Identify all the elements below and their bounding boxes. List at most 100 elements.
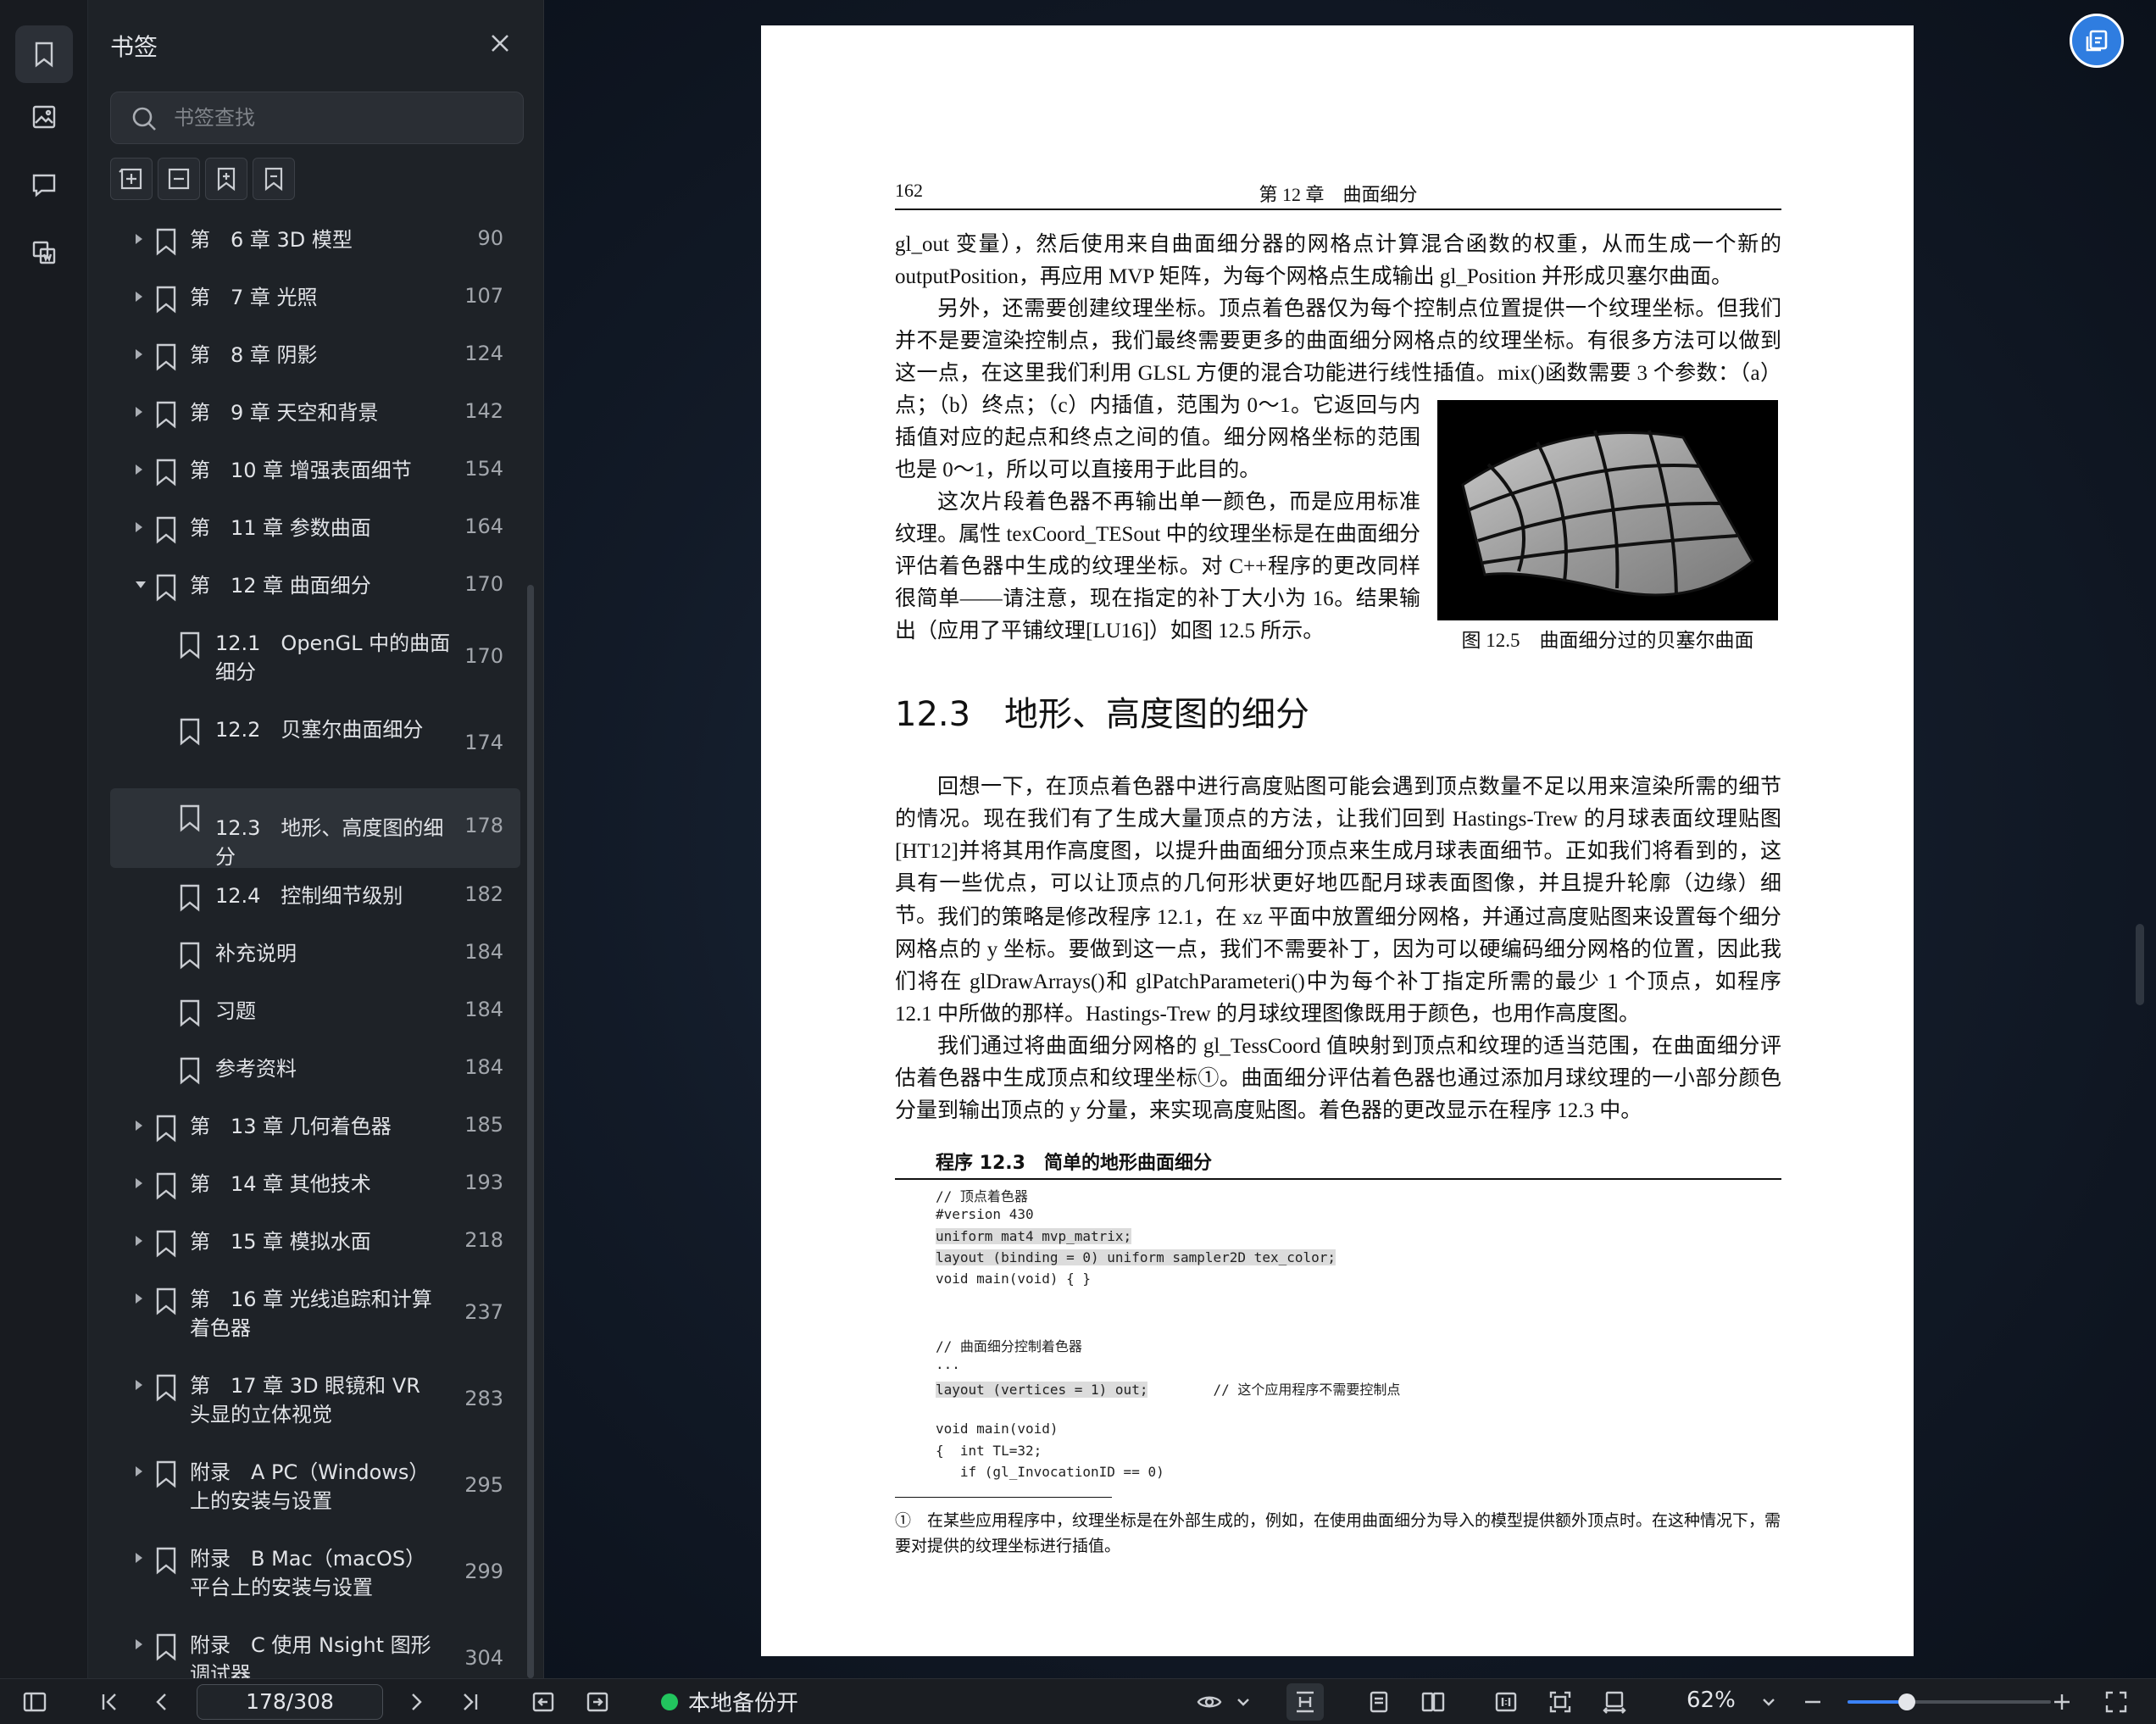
page-number-input[interactable]: 178/308 bbox=[197, 1684, 383, 1720]
last-page-icon bbox=[464, 1693, 478, 1710]
floating-tool-button[interactable] bbox=[2070, 14, 2124, 68]
bookmark-chapter-item[interactable]: 附录 A PC（Windows）上的安装与设置 295 bbox=[110, 1444, 520, 1531]
bookmark-page-number: 170 bbox=[464, 644, 503, 668]
forward-button[interactable] bbox=[583, 1688, 612, 1716]
collapsed-toggle-icon[interactable] bbox=[136, 1380, 142, 1390]
fit-width-button[interactable] bbox=[1600, 1688, 1629, 1716]
fit-page-button[interactable] bbox=[1546, 1688, 1575, 1716]
collapsed-toggle-icon[interactable] bbox=[136, 1236, 142, 1246]
back-icon bbox=[532, 1692, 554, 1712]
forward-icon bbox=[586, 1692, 608, 1712]
zoom-out-button[interactable] bbox=[1798, 1688, 1827, 1716]
actual-size-button[interactable] bbox=[1492, 1688, 1520, 1716]
fullscreen-button[interactable] bbox=[2102, 1688, 2131, 1716]
first-page-button[interactable] bbox=[95, 1688, 124, 1716]
bookmark-page-number: 304 bbox=[464, 1646, 503, 1670]
document-scrollbar[interactable] bbox=[2136, 924, 2144, 1005]
bookmark-section-item[interactable]: 补充说明 184 bbox=[110, 926, 520, 983]
zoom-level[interactable]: 62% bbox=[1686, 1688, 1736, 1713]
expand-all-button[interactable] bbox=[110, 158, 153, 200]
collapsed-toggle-icon[interactable] bbox=[136, 349, 142, 359]
panel-title: 书签 bbox=[110, 33, 158, 61]
bookmark-chapter-item[interactable]: 第 10 章 增强表面细节 154 bbox=[110, 442, 520, 500]
fit-width-icon bbox=[1603, 1691, 1626, 1714]
bookmark-chapter-item[interactable]: 第 8 章 阴影 124 bbox=[110, 327, 520, 385]
collapsed-toggle-icon[interactable] bbox=[136, 292, 142, 302]
code-comment: // 这个应用程序不需要控制点 bbox=[1147, 1381, 1401, 1398]
toggle-sidebar-button[interactable] bbox=[20, 1688, 49, 1716]
double-page-button[interactable] bbox=[1419, 1688, 1448, 1716]
back-button[interactable] bbox=[529, 1688, 558, 1716]
bookmark-chapter-item[interactable]: 第 9 章 天空和背景 142 bbox=[110, 385, 520, 442]
bookmark-section-item[interactable]: 12.1 OpenGL 中的曲面细分 170 bbox=[110, 615, 520, 702]
previous-page-button[interactable] bbox=[147, 1688, 176, 1716]
bookmark-section-item[interactable]: 习题 184 bbox=[110, 983, 520, 1041]
bookmark-section-item[interactable]: 12.4 控制细节级别 182 bbox=[110, 868, 520, 926]
outline-extract-button[interactable] bbox=[15, 224, 73, 281]
collapsed-toggle-icon[interactable] bbox=[136, 1121, 142, 1131]
bookmark-chapter-item[interactable]: 附录 B Mac（macOS）平台上的安装与设置 299 bbox=[110, 1531, 520, 1617]
bookmark-chapter-item[interactable]: 第 7 章 光照 107 bbox=[110, 270, 520, 327]
add-bookmark-button[interactable] bbox=[205, 158, 247, 200]
collapsed-toggle-icon[interactable] bbox=[136, 1639, 142, 1649]
eye-mode-dropdown[interactable] bbox=[1229, 1688, 1258, 1716]
close-panel-button[interactable] bbox=[486, 29, 514, 58]
thumbnail-panel-button[interactable] bbox=[15, 88, 73, 146]
bookmark-chapter-item[interactable]: 第 16 章 光线追踪和计算着色器 237 bbox=[110, 1271, 520, 1358]
collapsed-toggle-icon[interactable] bbox=[136, 234, 142, 244]
zoom-dropdown[interactable] bbox=[1754, 1688, 1783, 1716]
code-text: // 顶点着色器 bbox=[936, 1188, 1028, 1204]
collapse-all-button[interactable] bbox=[158, 158, 200, 200]
continuous-scroll-button[interactable] bbox=[1286, 1683, 1324, 1721]
collapsed-toggle-icon[interactable] bbox=[136, 464, 142, 475]
next-page-button[interactable] bbox=[402, 1688, 431, 1716]
bookmark-chapter-item[interactable]: 第 11 章 参数曲面 164 bbox=[110, 500, 520, 558]
collapsed-toggle-icon[interactable] bbox=[136, 407, 142, 417]
bookmark-scrollbar[interactable] bbox=[527, 585, 534, 1678]
bookmark-section-item[interactable]: 12.3 地形、高度图的细分 178 bbox=[110, 788, 520, 869]
bookmark-chapter-item[interactable]: 第 17 章 3D 眼镜和 VR 头显的立体视觉 283 bbox=[110, 1358, 520, 1444]
bookmark-panel-button[interactable] bbox=[15, 25, 73, 83]
bookmark-chapter-item[interactable]: 第 14 章 其他技术 193 bbox=[110, 1156, 520, 1214]
minus-icon bbox=[1805, 1700, 1820, 1704]
zoom-in-button[interactable] bbox=[2048, 1688, 2076, 1716]
bookmark-page-number: 193 bbox=[464, 1171, 503, 1194]
bookmark-section-item[interactable]: 参考资料 184 bbox=[110, 1041, 520, 1098]
eye-mode-button[interactable] bbox=[1195, 1688, 1224, 1716]
bookmark-panel: 书签 第 6 章 3D 模型90第 7 章 光照107第 8 章 阴影124第 … bbox=[88, 0, 544, 1686]
zoom-slider-handle[interactable] bbox=[1898, 1693, 1915, 1710]
bookmark-icon bbox=[35, 42, 53, 68]
image-icon bbox=[32, 105, 56, 129]
bookmark-page-number: 218 bbox=[464, 1228, 503, 1252]
code-line: // 曲面细分控制着色器 bbox=[936, 1335, 1082, 1355]
paragraph: 我们的策略是修改程序 12.1，在 xz 平面中放置细分网格，并通过高度贴图来设… bbox=[895, 906, 1781, 1026]
last-page-button[interactable] bbox=[456, 1688, 485, 1716]
bookmark-search-input[interactable] bbox=[174, 101, 513, 135]
bookmark-icon bbox=[178, 941, 202, 970]
collapsed-toggle-icon[interactable] bbox=[136, 522, 142, 532]
section-title: 12.3 地形、高度图的细分 bbox=[895, 695, 1310, 734]
collapsed-toggle-icon[interactable] bbox=[136, 1553, 142, 1563]
bookmark-chapter-item[interactable]: 第 12 章 曲面细分 170 bbox=[110, 558, 520, 615]
bookmark-chapter-item[interactable]: 第 6 章 3D 模型 90 bbox=[110, 212, 520, 270]
collapsed-toggle-icon[interactable] bbox=[136, 1466, 142, 1477]
single-page-button[interactable] bbox=[1364, 1688, 1393, 1716]
expanded-toggle-icon[interactable] bbox=[136, 581, 146, 588]
backup-status[interactable]: 本地备份开 bbox=[688, 1686, 798, 1717]
first-page-icon bbox=[102, 1693, 116, 1710]
bookmark-page-number: 154 bbox=[464, 457, 503, 481]
comment-panel-button[interactable] bbox=[15, 156, 73, 214]
bottom-toolbar: 178/308 本地备份开 62% bbox=[0, 1678, 2156, 1724]
collapsed-toggle-icon[interactable] bbox=[136, 1293, 142, 1304]
code-text: { int TL=32; bbox=[936, 1442, 1042, 1459]
bookmark-section-item[interactable]: 12.2 贝塞尔曲面细分 174 bbox=[110, 702, 520, 788]
bookmark-chapter-item[interactable]: 第 15 章 模拟水面 218 bbox=[110, 1214, 520, 1271]
bookmark-icon bbox=[178, 717, 202, 746]
delete-bookmark-button[interactable] bbox=[253, 158, 295, 200]
bookmark-chapter-item[interactable]: 第 13 章 几何着色器 185 bbox=[110, 1098, 520, 1156]
bookmark-label: 第 12 章 曲面细分 bbox=[190, 574, 371, 598]
collapsed-toggle-icon[interactable] bbox=[136, 1178, 142, 1188]
chevron-down-icon bbox=[1763, 1699, 1775, 1706]
left-rail bbox=[0, 0, 88, 1678]
bookmark-page-number: 184 bbox=[464, 940, 503, 964]
